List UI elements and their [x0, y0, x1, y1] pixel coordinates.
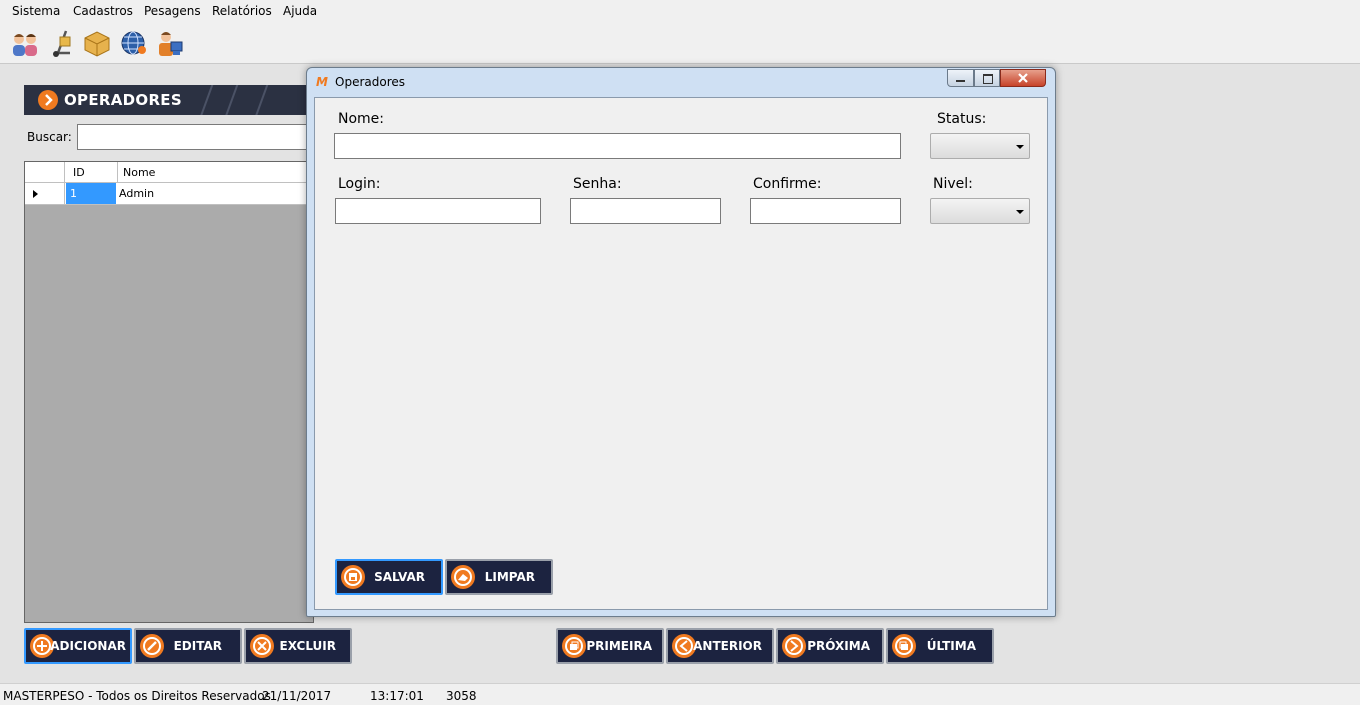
- status-date: 21/11/2017: [262, 689, 332, 703]
- current-row-icon: [33, 190, 38, 198]
- status-company: MASTERPESO - Todos os Direitos Reservado…: [3, 689, 271, 703]
- disk-glyph: [349, 573, 357, 581]
- login-label: Login:: [338, 176, 381, 192]
- save-button-label: SALVAR: [374, 570, 425, 584]
- dialog-title: Operadores: [335, 75, 405, 89]
- grid-corner: [25, 162, 65, 183]
- menu-pesagens[interactable]: Pesagens: [144, 4, 201, 18]
- operators-people-icon[interactable]: [10, 28, 40, 58]
- minimize-button[interactable]: [947, 69, 974, 87]
- search-input[interactable]: [77, 124, 317, 150]
- login-input[interactable]: [335, 198, 541, 224]
- last-glyph: [899, 641, 908, 650]
- confirme-label: Confirme:: [753, 176, 822, 192]
- clear-button-label: LIMPAR: [484, 570, 535, 584]
- menu-relatorios[interactable]: Relatórios: [212, 4, 272, 18]
- add-button[interactable]: ADICIONAR: [24, 628, 132, 664]
- nome-label: Nome:: [338, 111, 385, 127]
- banner-decoration: [248, 85, 272, 115]
- column-separator: [117, 162, 118, 183]
- edit-button-label: EDITAR: [173, 639, 222, 653]
- row-header[interactable]: [25, 183, 65, 204]
- last-record-button[interactable]: ÚLTIMA: [886, 628, 994, 664]
- password-input[interactable]: [570, 198, 721, 224]
- first-record-button[interactable]: PRIMEIRA: [556, 628, 664, 664]
- next-record-label: PRÓXIMA: [807, 639, 870, 653]
- globe-network-icon[interactable]: [118, 28, 148, 58]
- first-glyph: [570, 641, 579, 650]
- next-glyph: [790, 640, 799, 652]
- save-button[interactable]: SALVAR: [335, 559, 443, 595]
- x-glyph: [257, 641, 267, 651]
- previous-record-button[interactable]: ANTERIOR: [666, 628, 774, 664]
- nivel-label: Nivel:: [933, 176, 973, 192]
- page-banner: OPERADORES: [24, 85, 324, 115]
- eraser-glyph: [458, 574, 468, 581]
- status-time: 13:17:01: [370, 689, 424, 703]
- menu-bar: Sistema Cadastros Pesagens Relatórios Aj…: [0, 0, 1360, 24]
- nivel-select[interactable]: [930, 198, 1030, 224]
- cell-nome[interactable]: Admin: [119, 187, 154, 200]
- grid-header: ID Nome: [25, 162, 313, 183]
- user-computer-icon[interactable]: [154, 28, 184, 58]
- hand-truck-icon[interactable]: [46, 28, 76, 58]
- toolbar: [0, 24, 1360, 64]
- pencil-glyph: [147, 641, 157, 651]
- search-label: Buscar:: [27, 130, 72, 144]
- column-header-nome[interactable]: Nome: [123, 166, 155, 179]
- edit-button[interactable]: EDITAR: [134, 628, 242, 664]
- add-button-label: ADICIONAR: [50, 639, 126, 653]
- banner-decoration: [193, 85, 217, 115]
- operadores-dialog: M Operadores Nome: Status: Login: Senha:…: [306, 67, 1056, 617]
- plus-glyph: [37, 641, 47, 651]
- close-icon: [1018, 73, 1028, 83]
- status-bar: MASTERPESO - Todos os Direitos Reservado…: [0, 683, 1360, 705]
- clear-button[interactable]: LIMPAR: [445, 559, 553, 595]
- menu-sistema[interactable]: Sistema: [12, 4, 60, 18]
- menu-ajuda[interactable]: Ajuda: [283, 4, 317, 18]
- dialog-content: Nome: Status: Login: Senha: Confirme: Ni…: [314, 97, 1048, 610]
- cell-id[interactable]: 1: [66, 183, 116, 204]
- status-label: Status:: [937, 111, 987, 127]
- banner-decoration: [218, 85, 242, 115]
- senha-label: Senha:: [573, 176, 622, 192]
- status-code: 3058: [446, 689, 477, 703]
- app-logo: M: [316, 75, 328, 89]
- close-button[interactable]: [1000, 69, 1046, 87]
- chevron-right-icon: [38, 90, 58, 110]
- previous-glyph: [679, 640, 688, 652]
- confirm-password-input[interactable]: [750, 198, 901, 224]
- delete-button[interactable]: EXCLUIR: [244, 628, 352, 664]
- package-box-icon[interactable]: [82, 28, 112, 58]
- table-row[interactable]: 1 Admin: [25, 183, 313, 205]
- delete-button-label: EXCLUIR: [279, 639, 337, 653]
- page-title: OPERADORES: [64, 91, 182, 109]
- previous-record-label: ANTERIOR: [693, 639, 762, 653]
- operators-grid[interactable]: ID Nome 1 Admin: [24, 161, 314, 623]
- next-record-button[interactable]: PRÓXIMA: [776, 628, 884, 664]
- last-record-label: ÚLTIMA: [926, 639, 976, 653]
- nome-input[interactable]: [334, 133, 901, 159]
- first-record-label: PRIMEIRA: [586, 639, 652, 653]
- dialog-titlebar[interactable]: M Operadores: [307, 68, 1055, 96]
- column-header-id[interactable]: ID: [73, 166, 85, 179]
- status-select[interactable]: [930, 133, 1030, 159]
- menu-cadastros[interactable]: Cadastros: [73, 4, 133, 18]
- maximize-button[interactable]: [974, 69, 1000, 87]
